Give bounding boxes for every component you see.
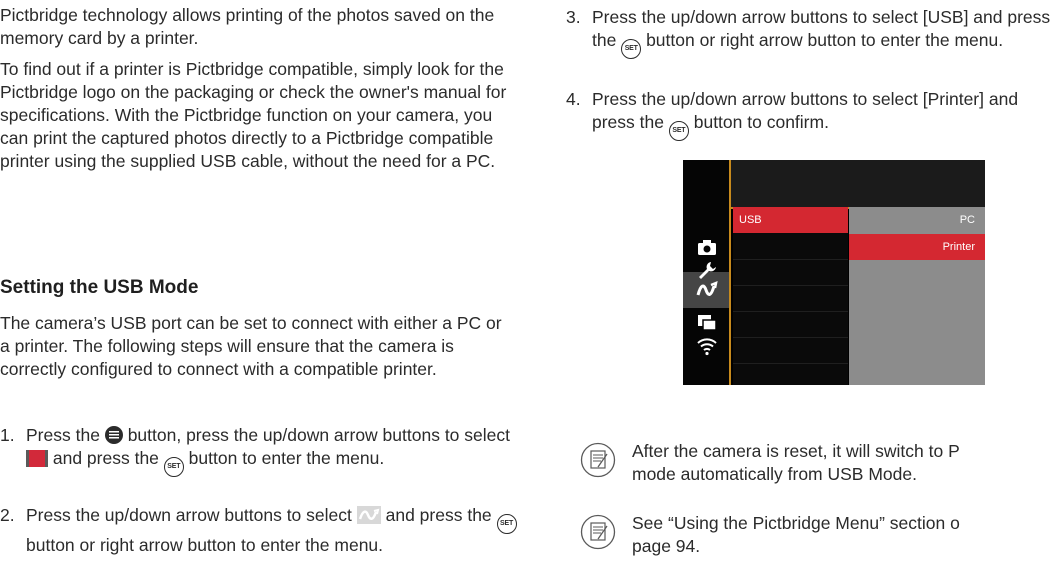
step-2: 2. Press the up/down arrow buttons to se… — [0, 504, 520, 557]
set-button-icon: SET — [621, 39, 642, 59]
note-line: mode automatically from USB Mode. — [632, 464, 917, 484]
intro-paragraph-1: Pictbridge technology allows printing of… — [0, 5, 495, 48]
menu-button-icon — [104, 426, 123, 444]
step-text: button to confirm. — [693, 112, 829, 132]
step-number: 1. — [0, 425, 15, 445]
step-text: and press the — [385, 505, 492, 525]
note-text: See “Using the Pictbridge Menu” section … — [632, 512, 1056, 558]
set-button-icon: SET — [496, 514, 517, 534]
step-4: 4. Press the up/down arrow buttons to se… — [566, 88, 1056, 141]
option-pc[interactable]: PC — [849, 207, 985, 233]
step-text: button, press the up/down arrow buttons … — [127, 425, 510, 445]
section-paragraph: The camera’s USB port can be set to conn… — [0, 313, 502, 379]
note-line: See “Using the Pictbridge Menu” section … — [632, 513, 960, 533]
intro-paragraph-2: To find out if a printer is Pictbridge c… — [0, 59, 507, 171]
connection-icon — [696, 280, 718, 296]
screen-topbar — [731, 160, 985, 209]
option-printer[interactable]: Printer — [849, 234, 985, 260]
menu-item-usb[interactable]: USB — [733, 207, 848, 233]
note-text: After the camera is reset, it will switc… — [632, 440, 1056, 486]
note-line: page 94. — [632, 536, 701, 556]
connection-icon — [356, 506, 381, 524]
step-text: and press the — [52, 448, 159, 468]
step-1: 1. Press the button, press the up/down a… — [0, 424, 520, 477]
print-icon — [698, 315, 717, 331]
set-button-icon: SET — [163, 457, 184, 477]
step-text: button or right arrow button to enter th… — [26, 535, 384, 555]
step-number: 4. — [566, 89, 581, 109]
step-text: Press the — [26, 425, 100, 445]
step-text: Press the up/down arrow buttons to selec… — [26, 505, 352, 525]
note-icon — [580, 442, 616, 478]
step-3: 3. Press the up/down arrow buttons to se… — [566, 6, 1056, 59]
step-number: 2. — [0, 505, 15, 525]
camera-icon — [698, 240, 716, 255]
step-text: button to enter the menu. — [188, 448, 385, 468]
section-heading: Setting the USB Mode — [0, 277, 199, 298]
step-number: 3. — [566, 7, 581, 27]
wifi-icon — [697, 338, 717, 356]
camera-screen: USB PC Printer — [683, 160, 985, 385]
set-button-icon: SET — [668, 121, 689, 141]
screen-menu-column — [733, 207, 848, 385]
step-text: button or right arrow button to enter th… — [646, 30, 1004, 50]
screen-sidebar — [683, 160, 731, 385]
note-icon — [580, 514, 616, 550]
note-line: After the camera is reset, it will switc… — [632, 441, 960, 461]
setting-menu-icon — [26, 450, 48, 467]
